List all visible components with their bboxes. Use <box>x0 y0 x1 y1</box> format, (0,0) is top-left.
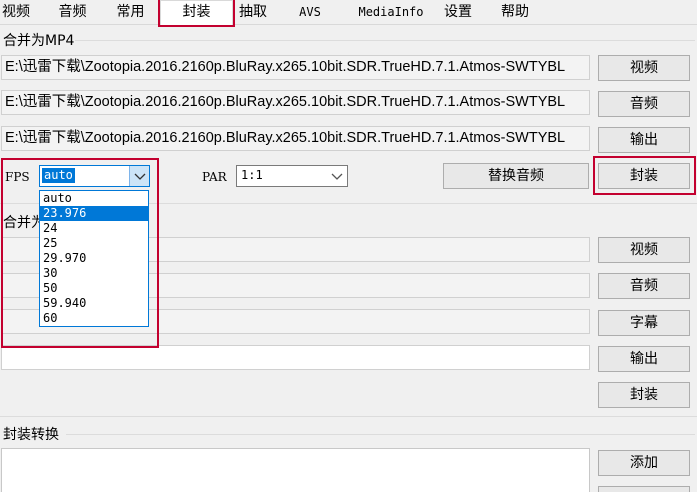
convert-file-list[interactable] <box>1 448 590 492</box>
fps-option[interactable]: 29.970 <box>40 251 148 266</box>
fps-select[interactable]: auto <box>39 165 150 187</box>
mkv-output-button[interactable]: 输出 <box>598 346 690 372</box>
par-label: PAR <box>202 170 227 184</box>
fps-option[interactable]: 24 <box>40 221 148 236</box>
tab-help[interactable]: 帮助 <box>490 2 540 25</box>
mkv-audio-button[interactable]: 音频 <box>598 273 690 299</box>
tab-extract[interactable]: 抽取 <box>232 2 274 25</box>
tab-mux[interactable]: 封装 <box>160 0 233 26</box>
mp4-video-path-field[interactable]: E:\迅雷下载\Zootopia.2016.2160p.BluRay.x265.… <box>1 55 590 80</box>
convert-group-label: 封装转换 <box>3 427 59 443</box>
fps-dropdown-list: auto 23.976 24 25 29.970 30 50 59.940 60 <box>39 190 149 327</box>
fps-option[interactable]: 59.940 <box>40 296 148 311</box>
mp4-mux-button[interactable]: 封装 <box>598 163 690 189</box>
convert-next-button[interactable] <box>598 486 690 492</box>
fps-option[interactable]: auto <box>40 191 148 206</box>
chevron-down-icon[interactable] <box>327 166 347 186</box>
convert-group-line <box>66 434 695 435</box>
mp4-audio-path-field[interactable]: E:\迅雷下载\Zootopia.2016.2160p.BluRay.x265.… <box>1 90 590 115</box>
mp4-group-label: 合并为MP4 <box>3 33 75 49</box>
tab-common[interactable]: 常用 <box>103 2 158 25</box>
fps-option[interactable]: 23.976 <box>40 206 148 221</box>
mp4-audio-button[interactable]: 音频 <box>598 91 690 117</box>
mkv-group-bottom-line <box>0 416 697 417</box>
mp4-output-button[interactable]: 输出 <box>598 127 690 153</box>
fps-option[interactable]: 60 <box>40 311 148 326</box>
tab-mediainfo[interactable]: MediaInfo <box>350 2 432 25</box>
convert-add-button[interactable]: 添加 <box>598 450 690 476</box>
par-select-value: 1:1 <box>241 168 263 182</box>
mp4-video-button[interactable]: 视频 <box>598 55 690 81</box>
fps-option[interactable]: 50 <box>40 281 148 296</box>
fps-select-value: auto <box>42 168 75 183</box>
mkv-mux-button[interactable]: 封装 <box>598 382 690 408</box>
mkv-output-path-field[interactable] <box>1 345 590 370</box>
fps-label: FPS <box>5 170 30 184</box>
mp4-output-path-field[interactable]: E:\迅雷下载\Zootopia.2016.2160p.BluRay.x265.… <box>1 126 590 151</box>
tab-audio[interactable]: 音频 <box>45 2 100 25</box>
tab-avs[interactable]: AVS <box>282 2 338 25</box>
chevron-down-icon[interactable] <box>129 166 149 186</box>
par-select[interactable]: 1:1 <box>236 165 348 187</box>
tab-settings[interactable]: 设置 <box>435 2 481 25</box>
tab-video[interactable]: 视频 <box>0 2 36 25</box>
replace-audio-button[interactable]: 替换音频 <box>443 163 589 189</box>
fps-option[interactable]: 25 <box>40 236 148 251</box>
mp4-group-line <box>75 40 695 41</box>
fps-option[interactable]: 30 <box>40 266 148 281</box>
tab-bar: 视频 音频 常用 封装 抽取 AVS MediaInfo 设置 帮助 <box>0 0 697 26</box>
mkv-video-button[interactable]: 视频 <box>598 237 690 263</box>
mkv-subtitle-button[interactable]: 字幕 <box>598 310 690 336</box>
